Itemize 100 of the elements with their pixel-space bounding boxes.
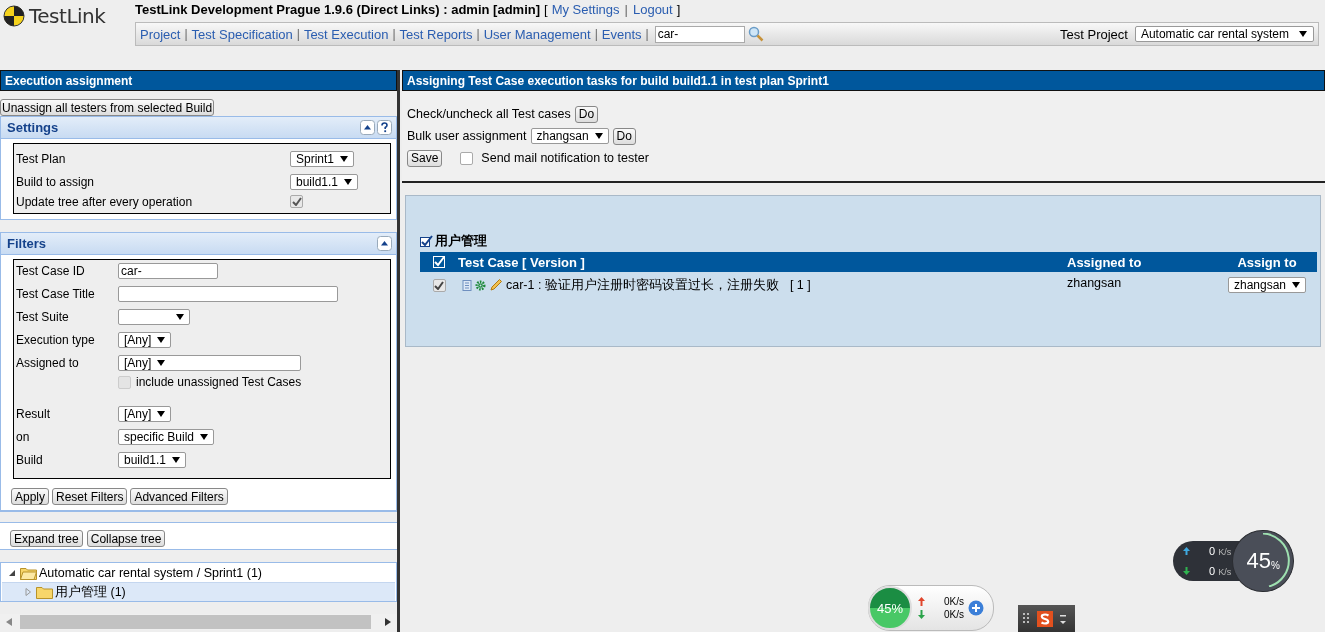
column-header: Assigned to — [1066, 254, 1143, 270]
tree-label: Automatic car rental system / Sprint1 (1) — [39, 566, 262, 580]
tree-item[interactable]: Automatic car rental system / Sprint1 (1) — [2, 564, 395, 582]
help-icon[interactable] — [377, 120, 392, 135]
expander-icon[interactable] — [8, 569, 16, 577]
down-arrow-icon — [1183, 567, 1190, 575]
speed-unit: K/s — [1218, 547, 1232, 557]
caret-icon — [340, 155, 349, 162]
caret-icon — [1292, 282, 1300, 288]
caret-icon — [157, 337, 166, 343]
checkbox[interactable] — [432, 278, 446, 292]
panel-title: Execution assignment — [0, 70, 397, 91]
nav-link[interactable]: Test Execution — [303, 26, 389, 42]
nav-link[interactable]: User Management — [483, 26, 591, 42]
search-field[interactable]: car- — [654, 25, 745, 43]
column-header: Assign to — [1236, 254, 1298, 270]
check-icon[interactable] — [420, 234, 433, 248]
dropdown[interactable]: [Any] — [118, 332, 172, 348]
dropdown[interactable]: Sprint1 — [290, 150, 355, 167]
separator: | — [184, 27, 188, 41]
logo-icon — [3, 5, 25, 27]
input-field[interactable] — [118, 286, 338, 302]
unassign-button[interactable]: Unassign all testers from selected Build — [0, 99, 215, 116]
test-case-title[interactable]: car-1 : 验证用户注册时密码设置过长，注册失败 — [506, 276, 779, 294]
user-dropdown[interactable]: zhangsan — [530, 128, 609, 144]
scroll-right-icon[interactable] — [385, 618, 391, 626]
header-link[interactable]: My Settings — [551, 2, 620, 17]
dropdown[interactable]: build1.1 — [118, 452, 187, 468]
network-widget[interactable]: 45% 0K/s 0K/s — [868, 585, 994, 631]
filter-label: Assigned to — [16, 355, 80, 370]
app-icon[interactable] — [1037, 610, 1053, 627]
filter-button[interactable]: Apply — [11, 488, 50, 505]
pencil-icon[interactable] — [489, 278, 503, 292]
gauge-value: 45 — [1246, 548, 1272, 574]
up-arrow-icon — [1183, 547, 1190, 555]
separator: | — [645, 27, 649, 41]
do-button[interactable]: Do — [612, 127, 636, 145]
caret-icon — [1299, 31, 1307, 37]
separator: | — [624, 2, 628, 17]
folder-icon — [20, 566, 37, 580]
down-arrow-icon — [918, 610, 925, 619]
plus-icon[interactable] — [968, 600, 984, 616]
checkbox-label: Send mail notification to tester — [481, 151, 649, 165]
setting-label: Update tree after every operation — [16, 194, 194, 209]
logo[interactable]: TestLink — [0, 0, 135, 28]
suite-name: 用户管理 — [435, 232, 487, 250]
scroll-left-icon[interactable] — [6, 618, 12, 626]
separator: | — [476, 27, 480, 41]
menu-icon[interactable] — [1059, 612, 1067, 625]
control-label: Check/uncheck all Test cases — [407, 107, 571, 121]
bracket: [ — [544, 2, 548, 17]
network-widget[interactable]: 0 K/s 0 K/s 45% — [1173, 530, 1294, 592]
filter-button[interactable]: Advanced Filters — [130, 488, 228, 505]
nav-link[interactable]: Events — [601, 26, 642, 42]
filter-button[interactable]: Reset Filters — [52, 488, 128, 505]
speed-unit: K/s — [1218, 567, 1232, 577]
checkbox[interactable] — [460, 151, 474, 165]
collapse-icon[interactable] — [360, 120, 375, 135]
nav-link[interactable]: Test Reports — [399, 26, 473, 42]
input-method-toolbar[interactable] — [1018, 605, 1075, 632]
checkbox[interactable] — [290, 195, 303, 208]
filter-label: Test Case ID — [16, 263, 86, 278]
caret-icon — [200, 434, 209, 440]
project-label: Test Project — [1060, 26, 1128, 42]
gear-icon[interactable] — [475, 279, 486, 291]
filter-label: Build — [16, 452, 44, 467]
dropdown[interactable] — [118, 309, 190, 325]
table-cell-text: zhangsan — [1066, 275, 1123, 290]
input-field[interactable]: car- — [118, 263, 218, 279]
filter-label: Execution type — [16, 332, 96, 347]
search-icon[interactable] — [747, 26, 764, 42]
tree-button[interactable]: Collapse tree — [86, 530, 166, 547]
tree-label: 用户管理 (1) — [55, 583, 126, 601]
caret-icon — [172, 457, 181, 463]
speed-value: 0 — [1209, 545, 1216, 557]
gauge-unit: % — [1271, 559, 1280, 571]
caret-icon — [157, 360, 166, 366]
user-dropdown[interactable]: zhangsan — [1227, 277, 1306, 293]
caret-icon — [594, 133, 603, 139]
collapse-icon[interactable] — [377, 236, 392, 251]
folder-icon — [36, 585, 53, 599]
percent-text: 45% — [877, 600, 903, 616]
dropdown[interactable]: build1.1 — [290, 173, 359, 190]
dropdown[interactable]: specific Build — [118, 429, 215, 445]
grip-icon — [1023, 612, 1031, 625]
separator: | — [296, 27, 300, 41]
nav-link[interactable]: Project — [140, 26, 181, 42]
filter-label: on — [16, 429, 31, 444]
checkbox-label: include unassigned Test Cases — [136, 375, 302, 389]
panel-title: Assigning Test Case execution tasks for build build1.1 in test plan Sprint1 — [402, 70, 1325, 91]
caret-icon — [176, 314, 184, 320]
project-select[interactable]: Automatic car rental system — [1134, 26, 1314, 42]
nav-link[interactable]: Test Specification — [191, 26, 293, 42]
document-icon[interactable] — [462, 279, 472, 291]
do-button[interactable]: Do — [574, 105, 599, 123]
tree-item[interactable]: 用户管理 (1) — [2, 582, 395, 601]
tree-button[interactable]: Expand tree — [10, 530, 83, 547]
header-link[interactable]: Logout — [632, 2, 673, 17]
save-button[interactable]: Save — [407, 149, 443, 167]
dropdown[interactable]: [Any] — [118, 406, 172, 422]
